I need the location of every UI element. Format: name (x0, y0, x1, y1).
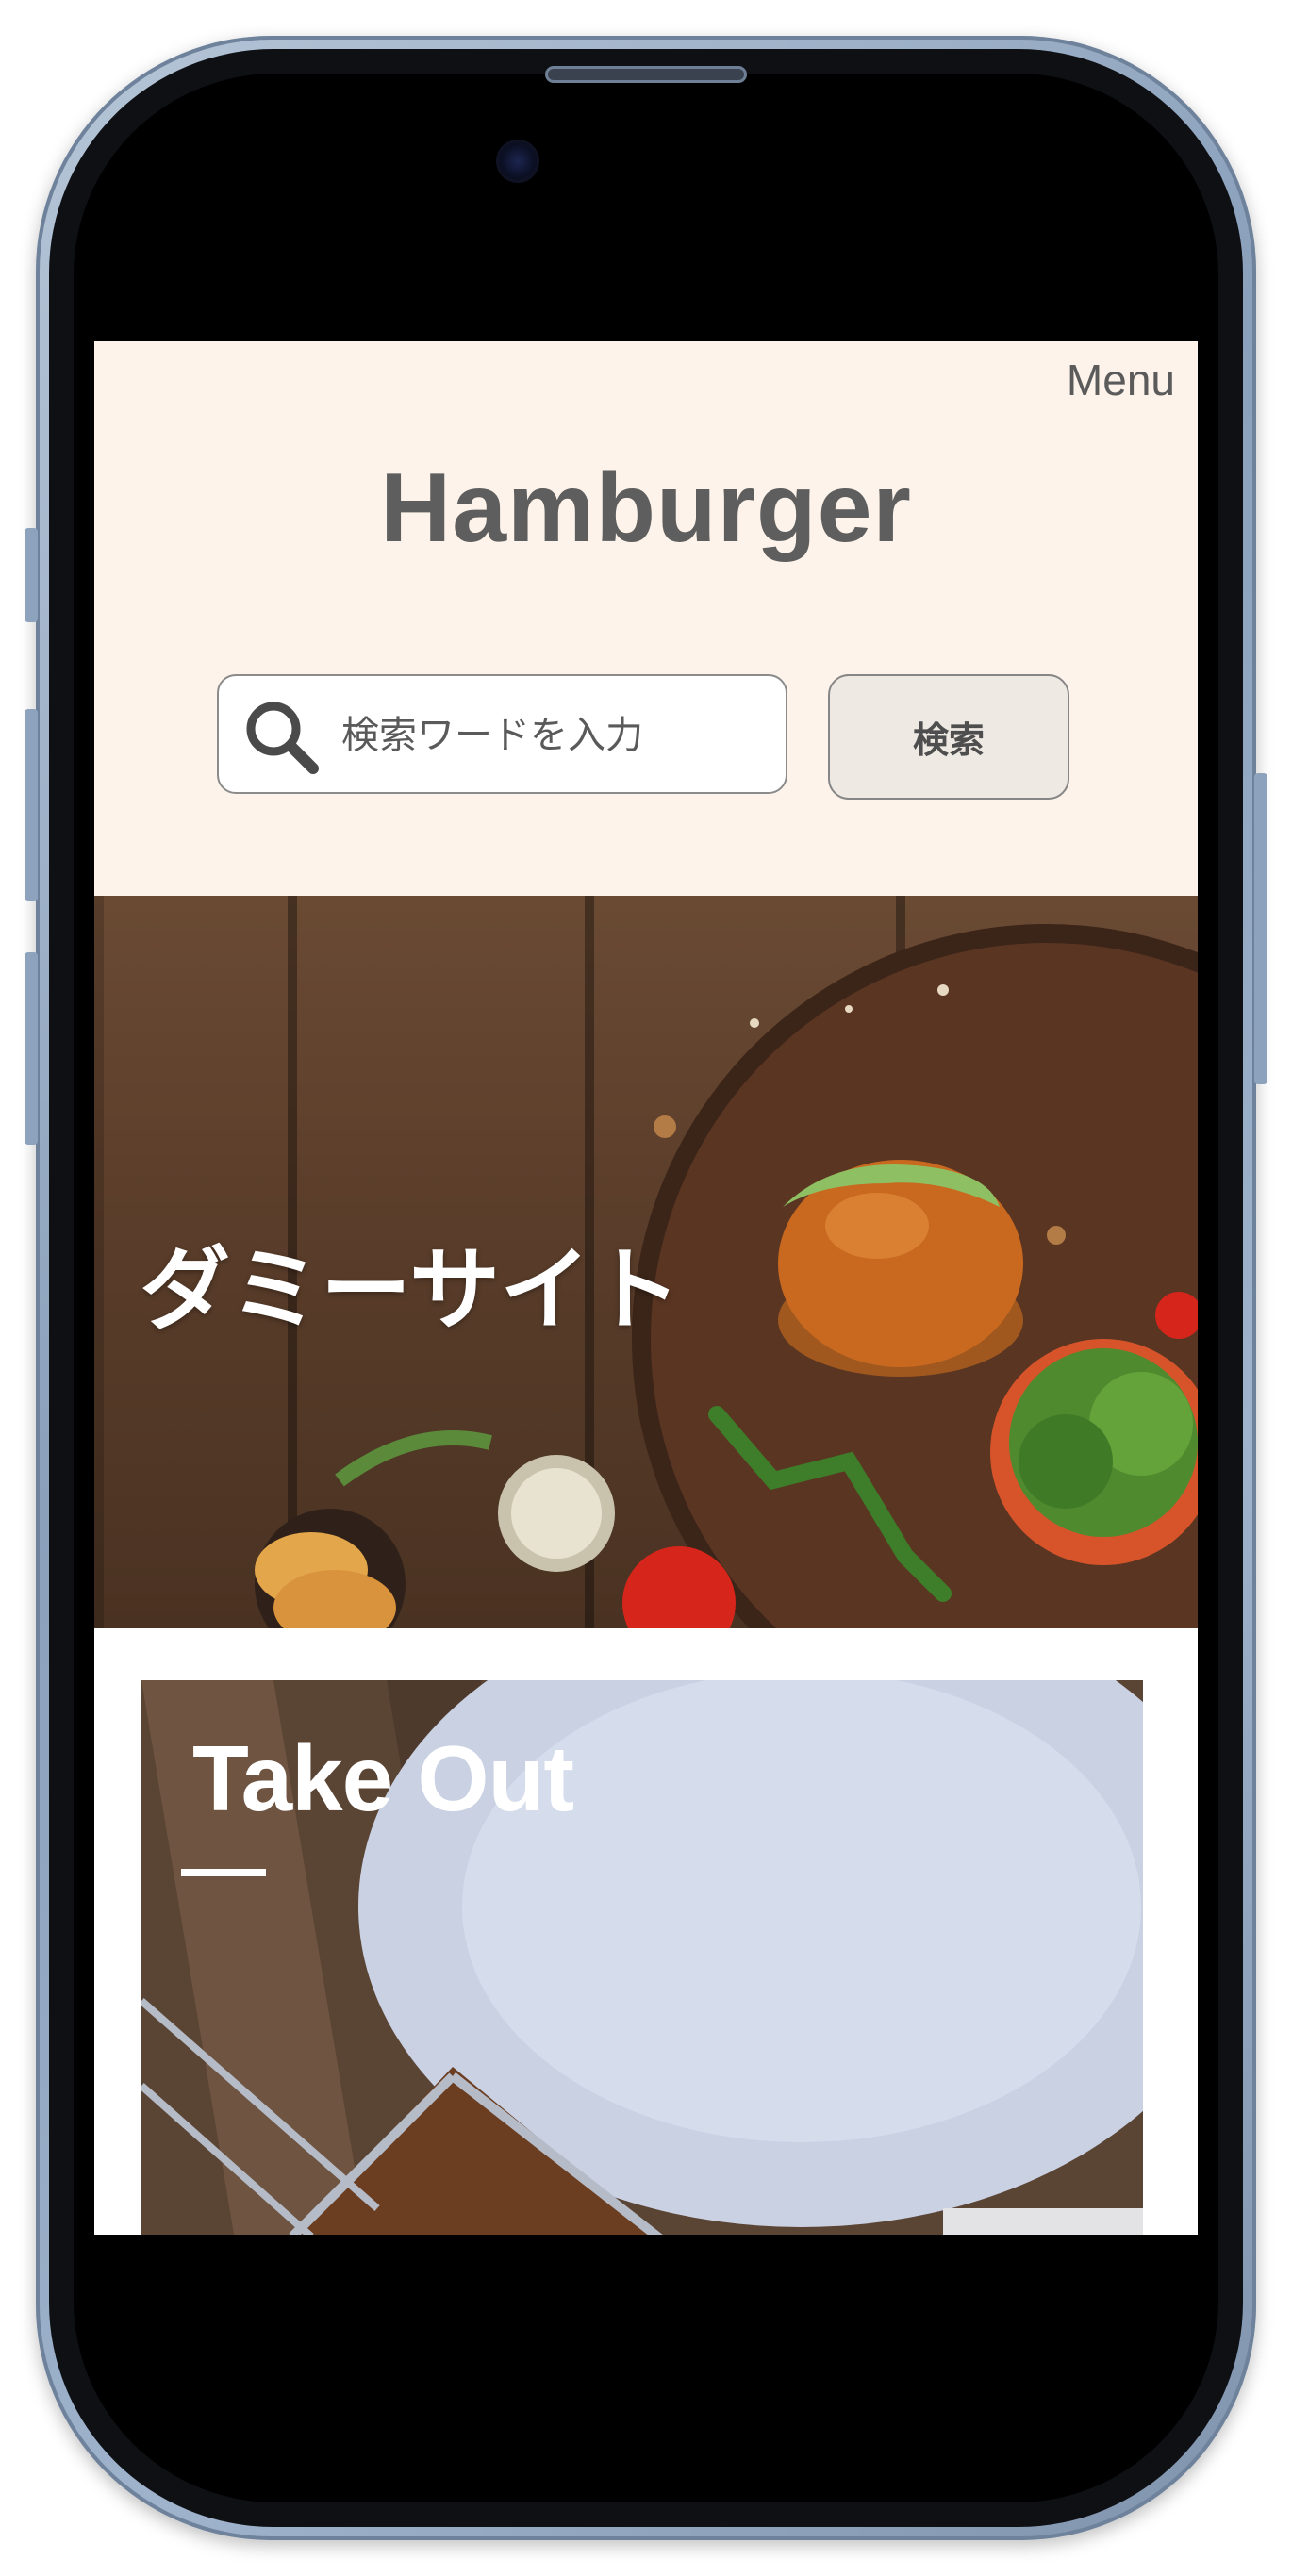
menu-link[interactable]: Menu (1067, 355, 1175, 405)
search-input[interactable] (341, 699, 766, 772)
side-button-left-1 (25, 528, 38, 622)
site-header: Menu Hamburger 検索 (94, 341, 1198, 896)
search-button[interactable]: 検索 (828, 674, 1069, 800)
side-button-right (1254, 773, 1267, 1084)
side-button-left-3 (25, 952, 38, 1145)
title-underline (181, 1869, 266, 1876)
screen: Menu Hamburger 検索ワードを入力 検索 ダミーサイト Take O… (94, 341, 1198, 2235)
hero-banner: ダミーサイト (94, 896, 1198, 1628)
front-camera (496, 140, 539, 183)
takeout-card[interactable]: Take Out (141, 1680, 1143, 2235)
site-title: Hamburger (380, 454, 912, 563)
search-box[interactable] (217, 674, 787, 794)
side-button-left-2 (25, 709, 38, 901)
search-icon (246, 702, 319, 774)
hero-title: ダミーサイト (140, 1237, 682, 1343)
takeout-title: Take Out (192, 1726, 574, 1830)
earpiece-speaker (545, 66, 747, 83)
